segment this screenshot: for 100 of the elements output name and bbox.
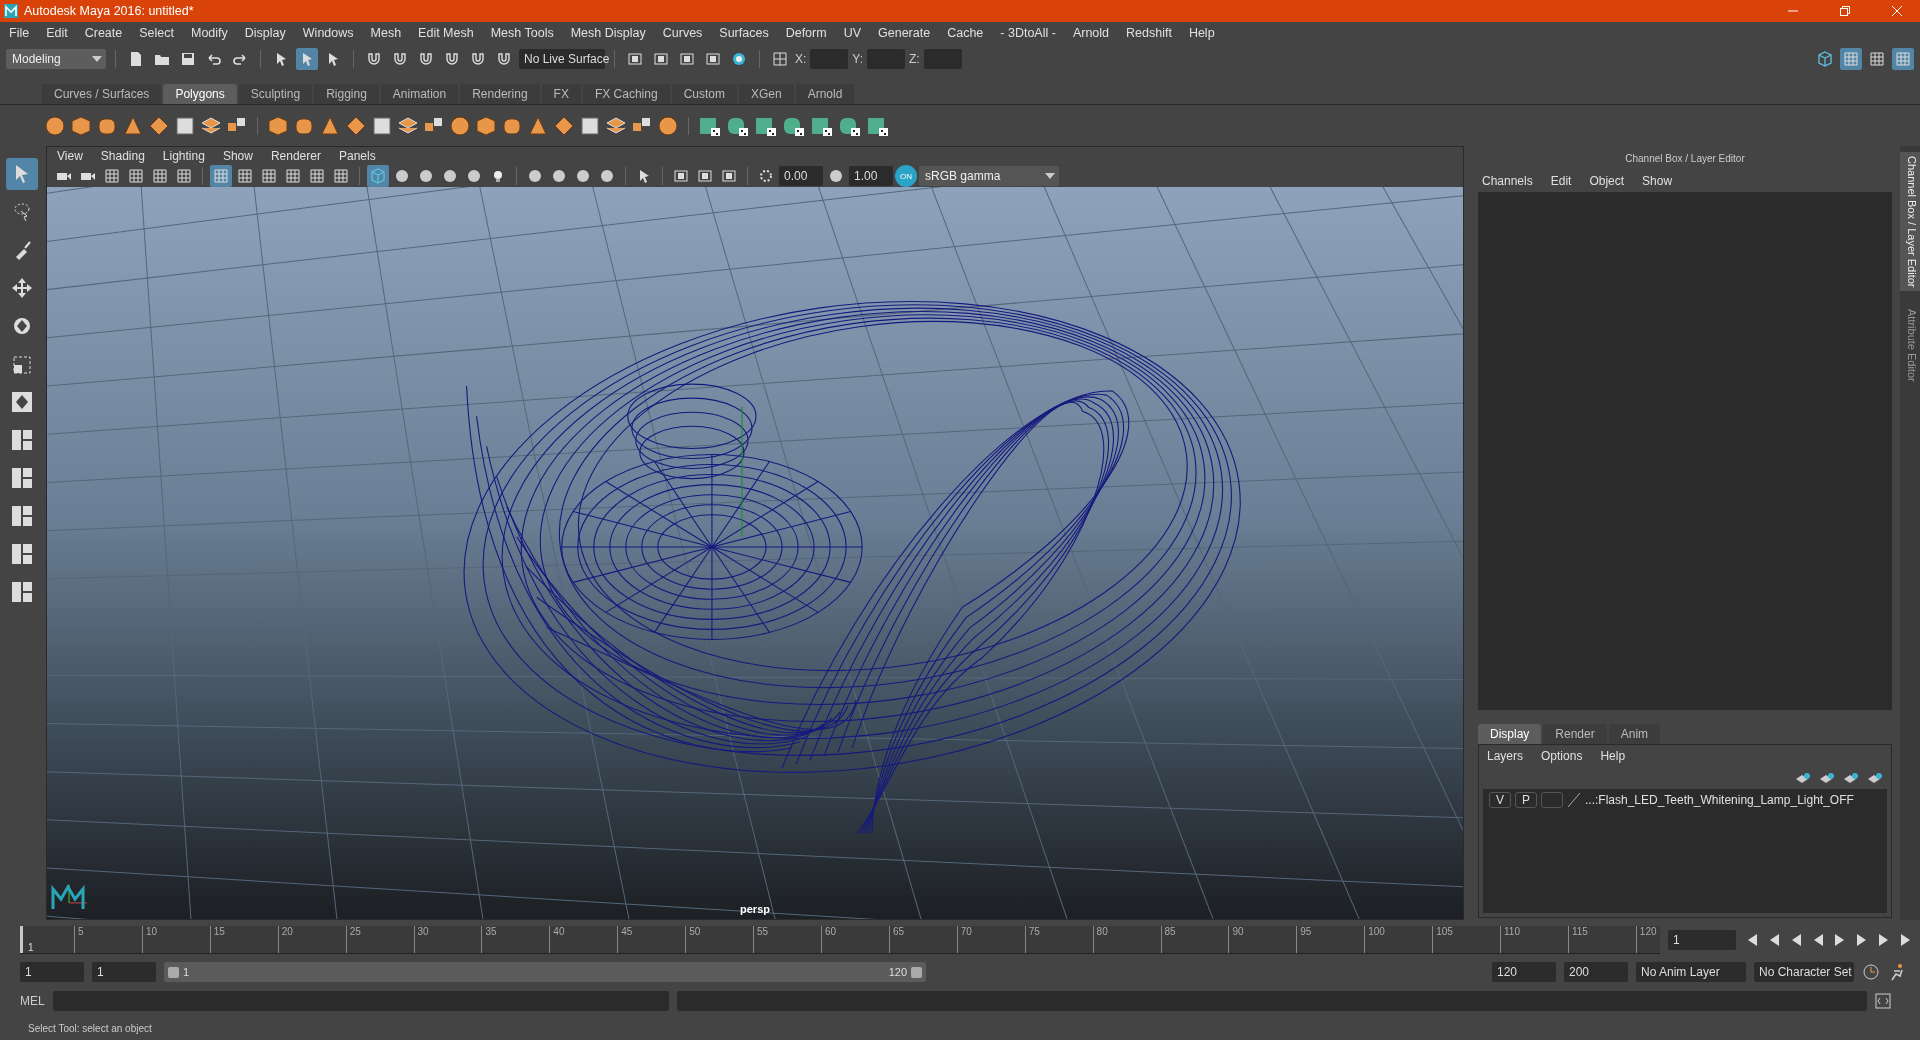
move-layer-down-icon[interactable] (1819, 771, 1835, 784)
caret-icon[interactable] (1045, 173, 1055, 179)
cone-icon[interactable] (319, 114, 341, 137)
layer-menu-item[interactable]: Layers (1487, 748, 1524, 763)
running-figure-icon[interactable] (1888, 963, 1906, 981)
grid-plane-icon[interactable] (371, 114, 393, 137)
menu-item[interactable]: Mesh (370, 26, 402, 40)
range-handle[interactable] (168, 966, 179, 978)
diamond-icon[interactable] (345, 114, 367, 137)
menu-item[interactable]: Deform (785, 26, 827, 40)
menu-item[interactable]: Windows (302, 26, 354, 40)
menu-item[interactable]: Redshift (1126, 26, 1172, 40)
current-frame-field[interactable]: 1 (1668, 930, 1736, 950)
shelf-tab[interactable]: Animation (380, 84, 459, 104)
layer-editor-tab[interactable]: Display (1478, 723, 1542, 744)
menu-item[interactable]: File (9, 26, 30, 40)
menu-item[interactable]: Modify (191, 26, 228, 40)
menu-item[interactable]: - 3DtoAll - (1000, 26, 1056, 40)
menu-item[interactable]: Generate (878, 26, 931, 40)
display-type-toggle[interactable] (1541, 791, 1563, 808)
shelf-tab[interactable]: Polygons (163, 84, 237, 104)
playback-end-field[interactable]: 120 (1492, 962, 1556, 982)
sphere-icon[interactable] (657, 114, 679, 137)
menu-item[interactable]: Edit Mesh (418, 26, 474, 40)
panel-menu-item[interactable]: Renderer (270, 149, 321, 163)
layer-row[interactable]: V P ...:Flash_LED_Teeth_Whitening_Lamp_Light_OFF (1483, 788, 1887, 811)
panel-menu-item[interactable]: Lighting (162, 149, 205, 163)
layer-menu-item[interactable]: Help (1600, 748, 1626, 763)
new-layer-selected-icon[interactable] (1867, 771, 1883, 784)
cube-icon[interactable] (475, 114, 497, 137)
playback-start-field[interactable]: 1 (92, 962, 156, 982)
layer-editor-tab[interactable]: Anim (1608, 723, 1661, 744)
channel-menu-item[interactable]: Channels (1482, 174, 1533, 188)
shelf-tab[interactable]: FX Caching (582, 84, 670, 104)
shelf-tab[interactable]: Arnold (795, 84, 855, 104)
menu-item[interactable]: Curves (662, 26, 703, 40)
grid-plane-icon[interactable] (579, 114, 601, 137)
cone-icon[interactable] (527, 114, 549, 137)
cube-icon[interactable] (267, 114, 289, 137)
command-input-field[interactable] (52, 991, 669, 1011)
shelf-tab[interactable]: Custom (671, 84, 737, 104)
script-language-label[interactable]: MEL (20, 994, 45, 1008)
shelf-tab[interactable]: Rendering (460, 84, 540, 104)
range-handle[interactable] (911, 966, 922, 978)
script-editor-icon[interactable] (1874, 993, 1891, 1009)
range-slider[interactable]: 1 120 (164, 962, 926, 982)
menu-item[interactable]: Help (1188, 26, 1215, 40)
menu-item[interactable]: Arnold (1072, 26, 1109, 40)
layer-menu-item[interactable]: Options (1541, 748, 1583, 763)
menu-item[interactable]: Mesh Tools (490, 26, 554, 40)
new-layer-icon[interactable] (1843, 771, 1859, 784)
gamma-field[interactable]: 1.00 (849, 166, 893, 186)
restore-icon[interactable] (1840, 6, 1850, 16)
character-set-dropdown[interactable]: No Character Set (1754, 962, 1854, 982)
menu-item[interactable]: Mesh Display (570, 26, 646, 40)
menu-item[interactable]: Create (84, 26, 123, 40)
grid-icon[interactable] (210, 165, 232, 187)
caret-icon[interactable] (92, 56, 102, 62)
coordinate-field[interactable] (867, 49, 906, 69)
cube-icon[interactable] (70, 114, 92, 137)
panel-menu-item[interactable]: View (57, 149, 83, 163)
menu-item[interactable]: Surfaces (719, 26, 769, 40)
coordinate-field[interactable] (923, 49, 962, 69)
exposure-field[interactable]: 0.00 (779, 166, 823, 186)
diamond-icon[interactable] (553, 114, 575, 137)
channel-menu-item[interactable]: Edit (1550, 174, 1572, 188)
menu-item[interactable]: Select (139, 26, 174, 40)
side-tab[interactable]: Attribute Editor (1900, 305, 1920, 387)
side-tab[interactable]: Channel Box / Layer Editor (1900, 152, 1920, 292)
panel-menu-item[interactable]: Shading (100, 149, 145, 163)
anim-layer-dropdown[interactable]: No Anim Layer (1636, 962, 1746, 982)
menu-item[interactable]: Edit (46, 26, 68, 40)
coordinate-field[interactable] (810, 49, 849, 69)
mode-dropdown[interactable]: Modeling (6, 49, 106, 69)
menu-item[interactable]: UV (843, 26, 862, 40)
grid-plane-icon[interactable] (174, 114, 196, 137)
shelf-tab[interactable]: XGen (738, 84, 794, 104)
channel-menu-item[interactable]: Show (1642, 174, 1673, 188)
layer-editor-tab[interactable]: Render (1543, 723, 1607, 744)
select-tool-icon[interactable] (6, 158, 38, 190)
shelf-tab[interactable]: Curves / Surfaces (42, 84, 162, 104)
sphere-icon[interactable] (44, 114, 66, 137)
start-frame-field[interactable]: 1 (20, 962, 84, 982)
end-frame-field[interactable]: 200 (1564, 962, 1628, 982)
color-space-dropdown[interactable]: sRGB gamma (919, 166, 1059, 186)
shelf-tab[interactable]: FX (541, 84, 581, 104)
shelf-tab[interactable]: Rigging (314, 84, 379, 104)
menu-item[interactable]: Cache (947, 26, 984, 40)
close-icon[interactable] (1892, 6, 1902, 16)
channel-menu-item[interactable]: Object (1589, 174, 1625, 188)
time-slider[interactable]: 1 5 10 15 20 25 30 35 40 45 50 55 60 65 70 75 80 85 90 95 100 105 110 115 120 (20, 926, 1660, 954)
sphere-icon[interactable] (449, 114, 471, 137)
visibility-toggle[interactable]: V (1489, 791, 1511, 808)
menu-item[interactable]: Display (244, 26, 286, 40)
move-layer-up-icon[interactable] (1795, 771, 1811, 784)
panel-menu-item[interactable]: Show (222, 149, 253, 163)
shelf-tab[interactable]: Sculpting (238, 84, 313, 104)
diamond-icon[interactable] (148, 114, 170, 137)
select-cursor-icon[interactable] (296, 48, 318, 70)
cone-icon[interactable] (122, 114, 144, 137)
